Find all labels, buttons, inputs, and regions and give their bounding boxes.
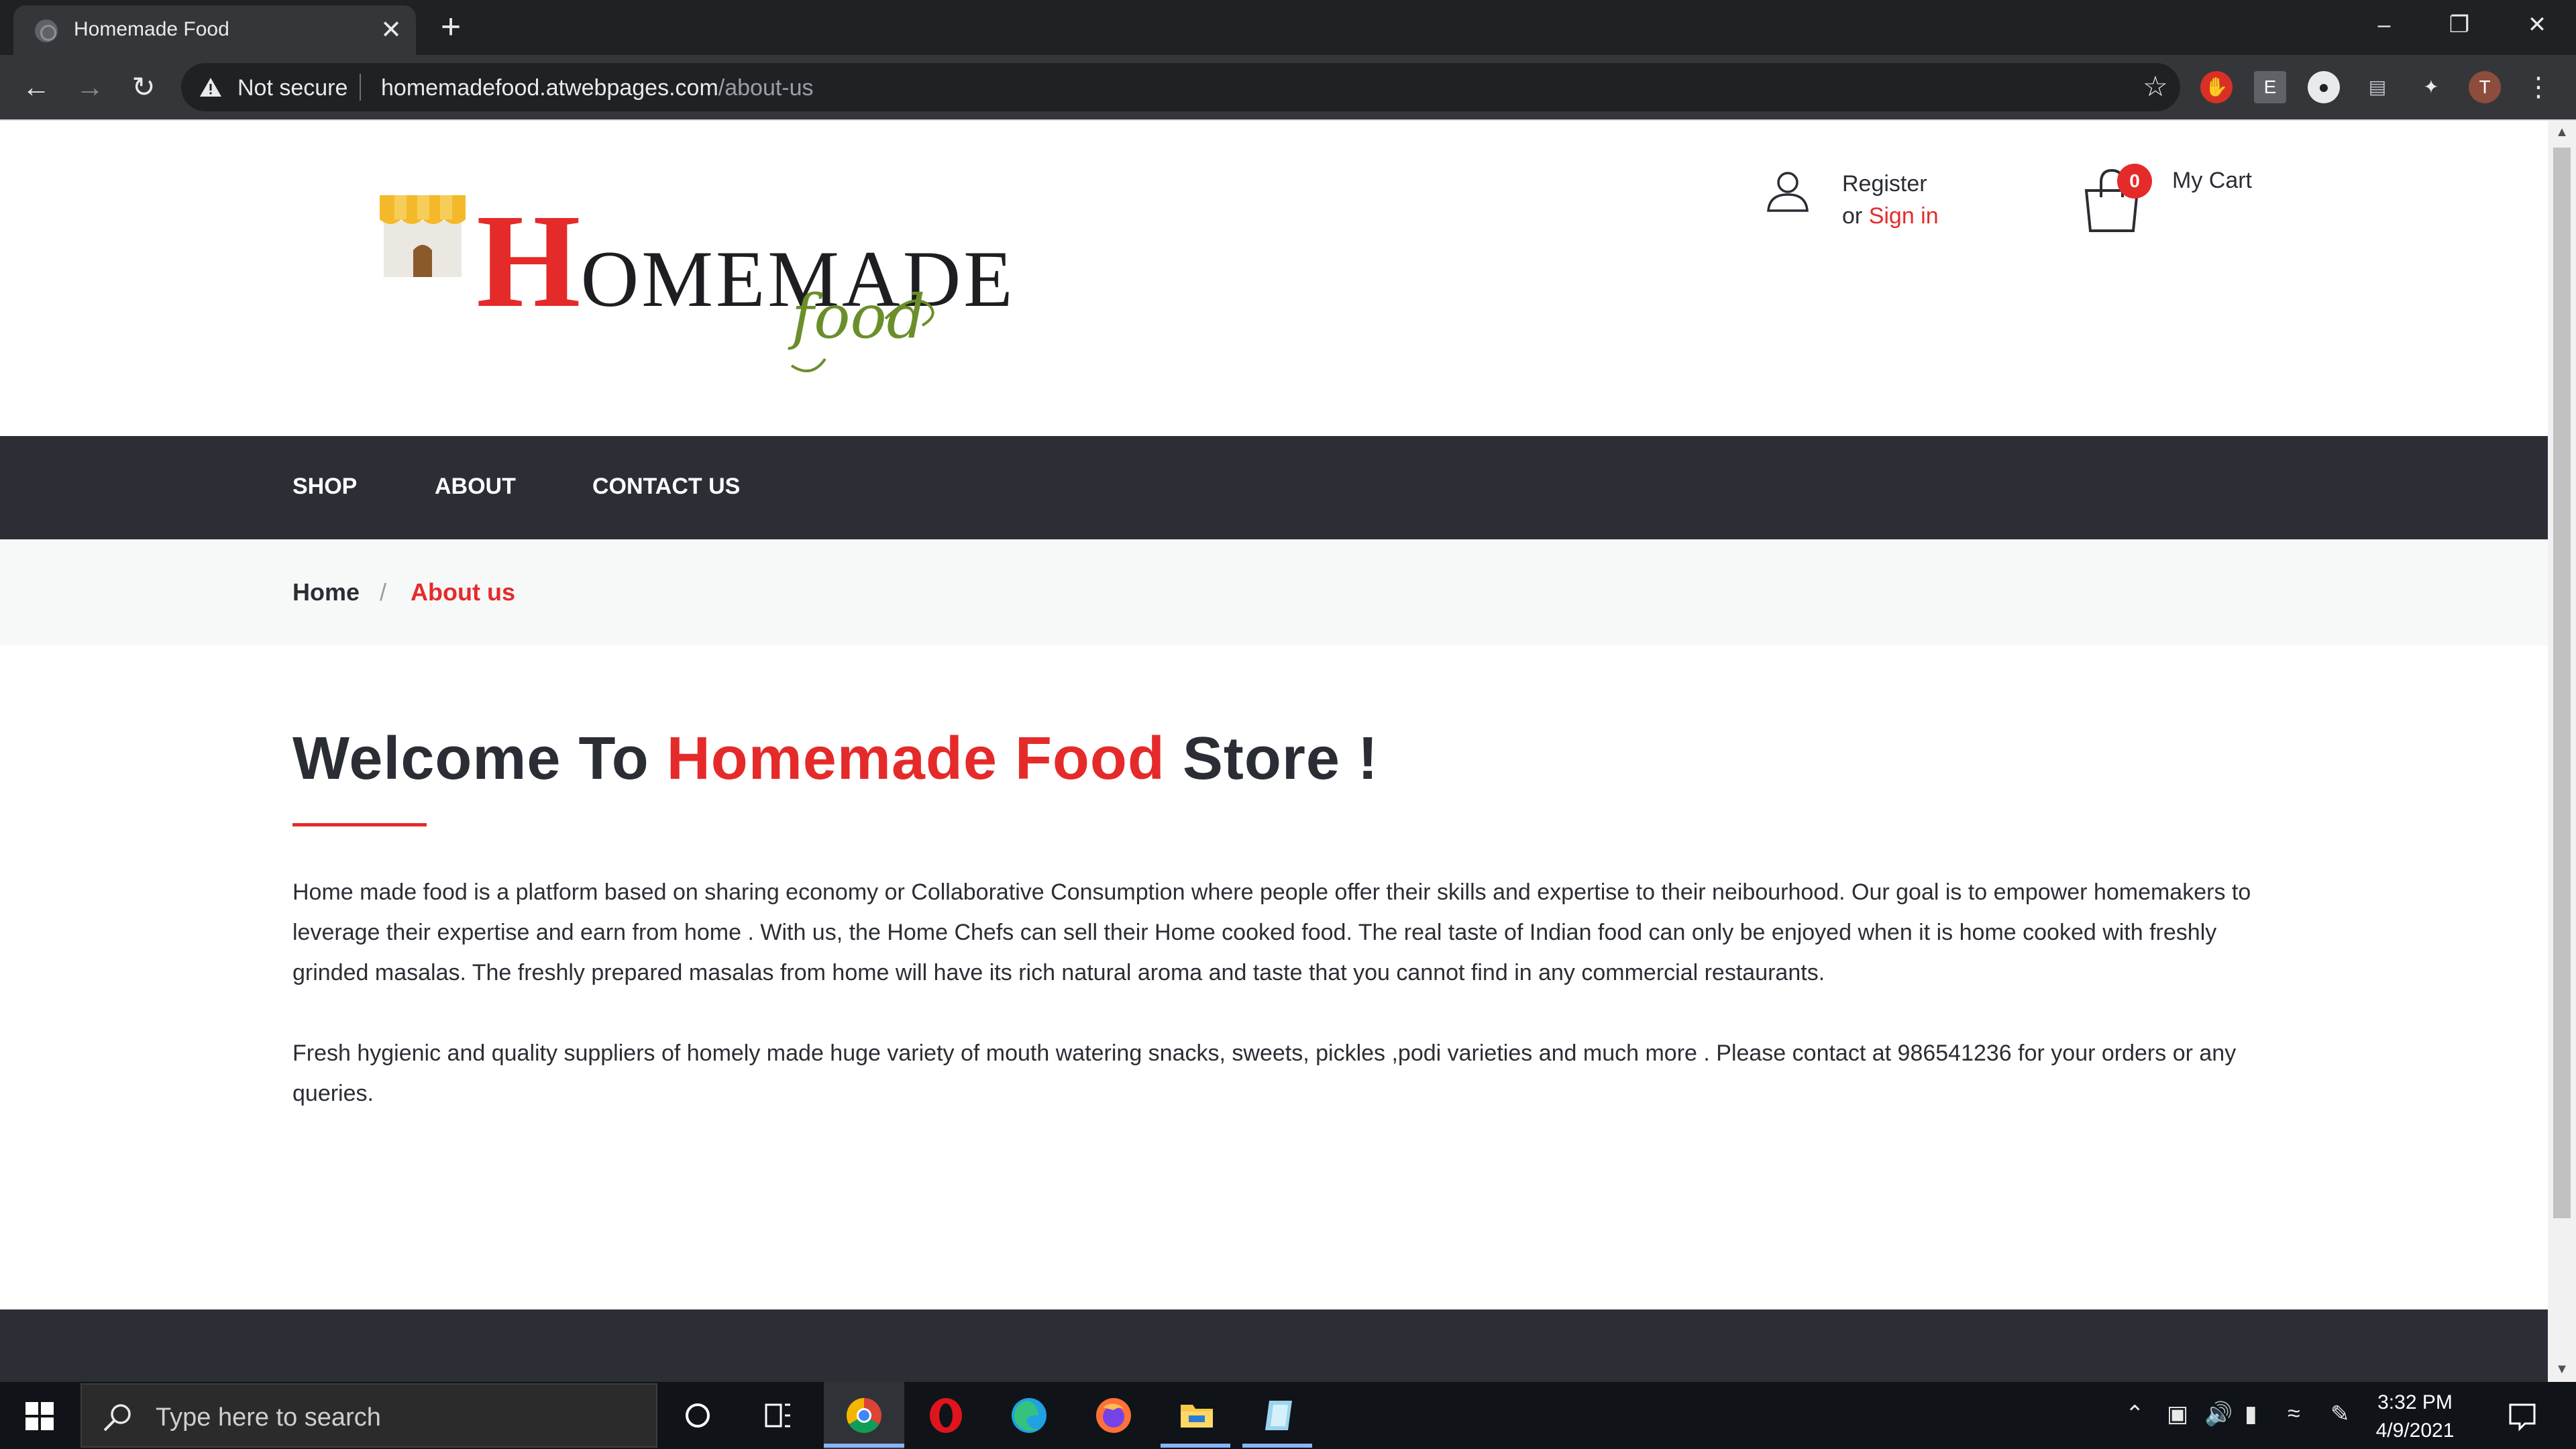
edge-icon[interactable]: [1009, 1395, 1049, 1436]
new-tab-button[interactable]: +: [433, 9, 468, 46]
volume-icon[interactable]: 🔊: [2204, 1401, 2233, 1428]
cortana-icon[interactable]: [678, 1395, 718, 1436]
page-scrollbar[interactable]: ▲ ▼: [2548, 121, 2576, 1382]
close-tab-icon[interactable]: ✕: [376, 15, 407, 46]
search-icon: [103, 1404, 131, 1432]
tab-title: Homemade Food: [74, 18, 229, 40]
scrollbar-thumb[interactable]: [2553, 148, 2571, 1218]
browser-tab[interactable]: Homemade Food ✕: [13, 5, 416, 55]
cart-label[interactable]: My Cart: [2172, 168, 2252, 194]
minimize-icon[interactable]: –: [2364, 8, 2404, 42]
meet-now-icon[interactable]: ▣: [2167, 1401, 2188, 1428]
security-label[interactable]: Not secure: [237, 75, 347, 101]
browser-tab-strip: Homemade Food ✕ + – ❐ ✕: [0, 0, 2576, 55]
battery-icon[interactable]: ▮: [2245, 1401, 2257, 1428]
url-text[interactable]: homemadefood.atwebpages.com/about-us: [381, 75, 814, 101]
sign-in-link[interactable]: Sign in: [1869, 203, 1939, 229]
back-icon[interactable]: ←: [19, 70, 54, 105]
bookmark-star-icon[interactable]: ☆: [2140, 71, 2171, 102]
notifications-icon[interactable]: [2502, 1395, 2542, 1436]
chrome-active-indicator: [824, 1444, 904, 1448]
firefox-icon[interactable]: [1093, 1395, 1134, 1436]
pen-icon[interactable]: ✎: [2330, 1401, 2350, 1428]
omnibox-divider: [360, 74, 361, 101]
task-view-icon[interactable]: [758, 1395, 798, 1436]
page-title: Welcome To Homemade Food Store !: [292, 725, 1379, 792]
menu-kebab-icon[interactable]: ⋮: [2522, 71, 2555, 103]
logo-swirl: [790, 299, 934, 372]
account-links: Register or Sign in: [1842, 168, 1939, 232]
shop-icon: [380, 195, 466, 277]
opera-icon[interactable]: [926, 1395, 966, 1436]
file-explorer-icon[interactable]: [1177, 1395, 1217, 1436]
reload-icon[interactable]: ↻: [126, 70, 161, 105]
pages-extension-icon[interactable]: ▤: [2361, 71, 2394, 103]
ghost-extension-icon[interactable]: ●: [2308, 71, 2340, 103]
cart-count-badge: 0: [2117, 164, 2152, 199]
windows-taskbar: Type here to search ⌃ ▣ 🔊 ▮ ≈ ✎ 3:32 PM …: [0, 1382, 2576, 1449]
main-navigation: SHOP ABOUT CONTACT US: [0, 436, 2548, 539]
warning-icon: [200, 78, 221, 97]
forward-icon[interactable]: →: [72, 70, 107, 105]
notepad-app-icon[interactable]: [1258, 1395, 1299, 1436]
browser-toolbar: ← → ↻ Not secure homemadefood.atwebpages…: [0, 55, 2576, 119]
taskbar-search-input[interactable]: Type here to search: [80, 1383, 657, 1448]
globe-icon: [35, 19, 58, 42]
nav-item-about[interactable]: ABOUT: [435, 474, 516, 500]
title-underline: [292, 823, 427, 826]
explorer-active-indicator: [1161, 1444, 1230, 1448]
search-placeholder: Type here to search: [156, 1403, 381, 1432]
breadcrumb-home-link[interactable]: Home: [292, 578, 360, 606]
breadcrumb: Home / About us: [0, 539, 2548, 645]
web-page: HOMEMADE food Register or Sign in 0 My C…: [0, 121, 2548, 1382]
taskbar-clock[interactable]: 3:32 PM 4/9/2021: [2361, 1389, 2469, 1445]
user-icon[interactable]: [1764, 168, 1811, 215]
scroll-down-arrow-icon[interactable]: ▼: [2555, 1362, 2569, 1377]
tray-chevron-icon[interactable]: ⌃: [2125, 1401, 2145, 1428]
stop-hand-extension-icon[interactable]: ✋: [2200, 71, 2233, 103]
page-footer: [0, 1309, 2548, 1382]
notepad-active-indicator: [1242, 1444, 1312, 1448]
about-content: Welcome To Homemade Food Store ! Home ma…: [292, 724, 2251, 1114]
window-close-icon[interactable]: ✕: [2517, 8, 2557, 42]
puzzle-extensions-icon[interactable]: ✦: [2415, 71, 2447, 103]
nav-item-contact-us[interactable]: CONTACT US: [592, 474, 740, 500]
clock-time: 3:32 PM: [2377, 1391, 2453, 1413]
profile-avatar[interactable]: T: [2469, 71, 2501, 103]
or-text: or: [1842, 203, 1869, 229]
nav-item-shop[interactable]: SHOP: [292, 474, 357, 500]
about-paragraph-2: Fresh hygienic and quality suppliers of …: [292, 1040, 2237, 1106]
windows-start-icon[interactable]: [25, 1402, 54, 1430]
site-logo[interactable]: HOMEMADE food: [376, 184, 1013, 379]
clock-date: 4/9/2021: [2375, 1419, 2455, 1442]
restore-icon[interactable]: ❐: [2439, 8, 2479, 42]
e-extension-icon[interactable]: E: [2254, 71, 2286, 103]
scroll-up-arrow-icon[interactable]: ▲: [2555, 125, 2569, 140]
breadcrumb-separator: /: [380, 578, 387, 606]
wifi-icon[interactable]: ≈: [2288, 1401, 2300, 1427]
breadcrumb-current: About us: [411, 578, 515, 606]
address-bar[interactable]: Not secure homemadefood.atwebpages.com/a…: [181, 63, 2180, 111]
about-paragraph-1: Home made food is a platform based on sh…: [292, 879, 2251, 985]
register-link[interactable]: Register: [1842, 168, 1939, 200]
chrome-icon[interactable]: [844, 1395, 884, 1436]
